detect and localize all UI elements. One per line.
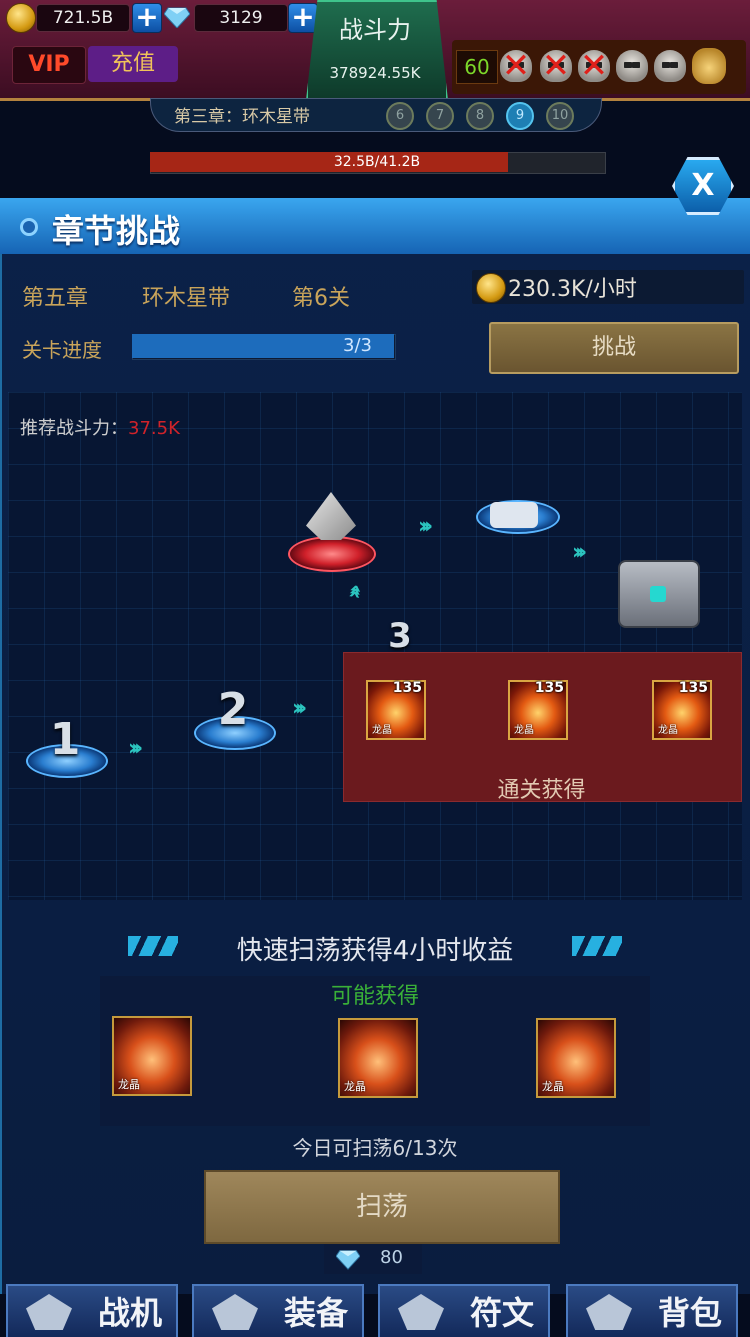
item-name: 龙晶	[118, 1078, 140, 1091]
item-name: 龙晶	[658, 725, 678, 736]
defeated-x-icon: ✕	[501, 46, 531, 86]
chapter-dot[interactable]: 8	[466, 102, 494, 130]
header-dot-icon	[20, 218, 38, 236]
stage-node-number: 2	[217, 684, 249, 735]
boss-crown-icon	[692, 48, 726, 84]
nav-bag[interactable]: 背包	[566, 1284, 738, 1337]
boss-emblem-icon	[490, 502, 538, 528]
stage-node-number: 3	[388, 616, 412, 656]
diamond-amount: 3129	[194, 4, 288, 32]
defeated-x-icon: ✕	[541, 46, 571, 86]
gold-coin-icon	[6, 3, 36, 33]
path-arrow-icon: ›››	[128, 736, 143, 761]
chapter-dot[interactable]: 10	[546, 102, 574, 130]
power-value: 378924.55K	[329, 64, 421, 82]
nav-label: 符文	[469, 1294, 534, 1332]
nav-equipment[interactable]: 装备	[192, 1284, 364, 1337]
nav-runes[interactable]: 符文	[378, 1284, 550, 1337]
item-count: 135	[678, 680, 708, 696]
item-name: 龙晶	[372, 725, 392, 736]
player-level: 60	[456, 50, 498, 84]
nav-label: 背包	[657, 1294, 722, 1332]
sweep-reward-item[interactable]: 龙晶	[536, 1018, 616, 1098]
sweep-button[interactable]: 扫荡	[204, 1170, 560, 1244]
sweep-reward-item[interactable]: 龙晶	[338, 1018, 418, 1098]
path-arrow-icon: ›››	[292, 696, 307, 721]
bag-icon	[586, 1294, 632, 1330]
item-count: 135	[534, 680, 564, 696]
stage-node-number: 1	[49, 714, 81, 765]
reward-item[interactable]: 135 龙晶	[366, 680, 426, 740]
boss-hp-text: 32.5B/41.2B	[333, 154, 421, 170]
quick-sweep-title: 快速扫荡获得4小时收益	[236, 936, 514, 966]
reward-item[interactable]: 135 龙晶	[508, 680, 568, 740]
stage-name: 第6关	[292, 286, 350, 311]
defeated-x-icon: ✕	[579, 46, 609, 86]
item-name: 龙晶	[344, 1080, 366, 1093]
recommended-power-label: 推荐战斗力：	[20, 418, 128, 439]
stage-progress-text: 3/3	[343, 335, 372, 356]
chapter-dot-active[interactable]: 9	[506, 102, 534, 130]
chapter-dot[interactable]: 6	[386, 102, 414, 130]
sweep-remaining-count: 今日可扫荡6/13次	[292, 1136, 458, 1160]
challenge-button[interactable]: 挑战	[489, 322, 739, 374]
rune-icon	[398, 1294, 444, 1330]
nav-label: 战机	[97, 1294, 162, 1332]
reward-item[interactable]: 135 龙晶	[652, 680, 712, 740]
gold-coin-icon	[476, 273, 506, 303]
diamond-icon	[164, 7, 190, 28]
recommended-power-value: 37.5K	[128, 418, 180, 439]
path-arrow-icon: ›››	[418, 514, 433, 539]
nav-label: 装备	[283, 1294, 348, 1332]
possible-rewards-label: 可能获得	[330, 984, 419, 1009]
item-name: 龙晶	[514, 725, 534, 736]
recharge-button[interactable]: 充值	[88, 46, 178, 82]
chapter-strip-title: 第三章：环木星带	[174, 107, 310, 127]
power-label: 战斗力	[339, 16, 411, 44]
skull-icon	[616, 50, 648, 82]
nav-fighter[interactable]: 战机	[6, 1284, 178, 1337]
add-gold-button[interactable]: +	[132, 3, 162, 33]
gold-amount: 721.5B	[36, 4, 130, 32]
item-name: 龙晶	[542, 1080, 564, 1093]
sweep-cost: 80	[380, 1247, 403, 1268]
sweep-reward-item[interactable]: 龙晶	[112, 1016, 192, 1096]
chapter-name: 第五章	[22, 286, 89, 311]
vip-badge[interactable]: VIP	[12, 46, 86, 84]
area-name: 环木星带	[142, 286, 231, 311]
chapter-dot[interactable]: 7	[426, 102, 454, 130]
recommended-power: 推荐战斗力：37.5K	[20, 414, 180, 440]
path-arrow-icon: ›››	[572, 540, 587, 565]
stage-progress-label: 关卡进度	[22, 338, 102, 362]
item-count: 135	[392, 680, 422, 696]
dialog-title: 章节挑战	[52, 212, 181, 250]
treasure-chest-icon[interactable]	[618, 560, 700, 628]
fighter-icon	[26, 1294, 72, 1330]
diamond-icon	[336, 1250, 360, 1270]
skull-icon	[654, 50, 686, 82]
equipment-icon	[212, 1294, 258, 1330]
income-rate: 230.3K/小时	[508, 277, 637, 302]
current-stage-pad[interactable]	[288, 536, 376, 572]
clear-reward-title: 通关获得	[497, 778, 586, 803]
